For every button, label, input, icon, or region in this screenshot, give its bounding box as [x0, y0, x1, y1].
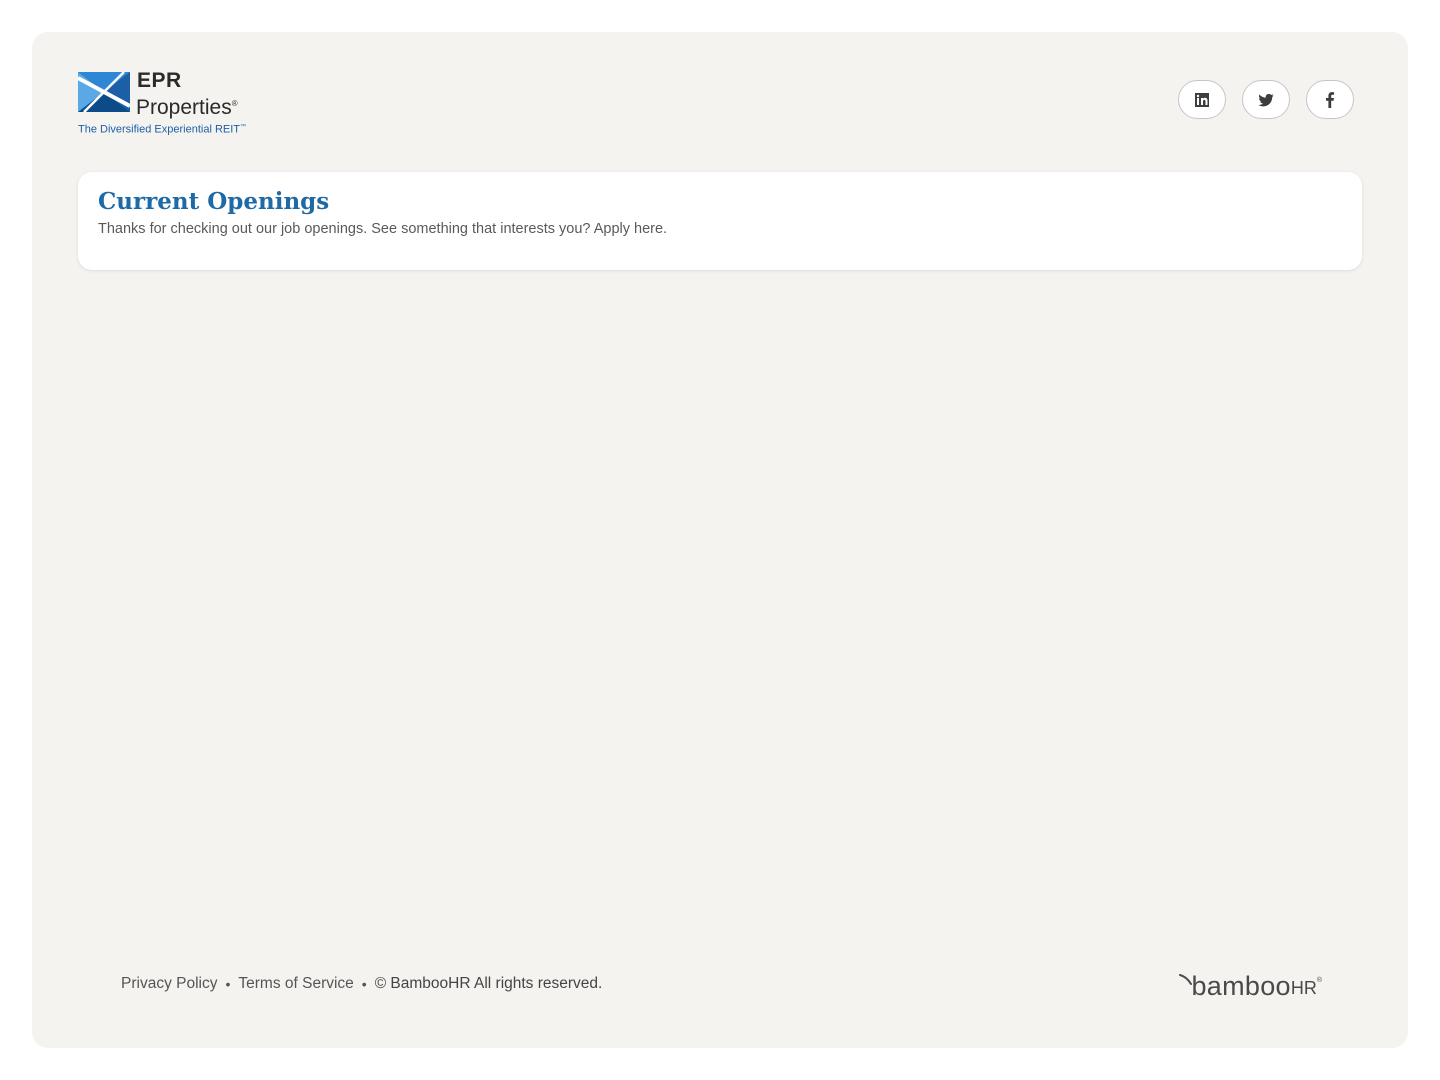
logo-name-text: Properties [136, 96, 232, 119]
terms-of-service-link[interactable]: Terms of Service [238, 974, 353, 994]
footer-links: Privacy Policy • Terms of Service • © Ba… [121, 974, 602, 994]
current-openings-card: Current Openings Thanks for checking out… [78, 172, 1362, 270]
privacy-policy-link[interactable]: Privacy Policy [121, 974, 217, 994]
copyright-text: © BambooHR All rights reserved. [374, 975, 603, 992]
registered-mark: ® [231, 99, 238, 108]
logo-tagline: The Diversified Experiential REIT™ [78, 120, 246, 137]
social-links [1178, 80, 1354, 119]
footer-separator: • [361, 976, 367, 992]
footer-separator: • [225, 976, 231, 992]
bamboohr-logo-suffix: HR [1290, 978, 1317, 998]
logo-name-line1: EPR [137, 69, 182, 92]
trademark-mark: ™ [240, 124, 247, 130]
tagline-text: The Diversified Experiential REIT [78, 123, 241, 136]
twitter-button[interactable] [1242, 80, 1290, 119]
bamboohr-logo-word: bamboo [1191, 971, 1291, 1001]
header: EPR Properties® The Diversified Experien… [78, 69, 1354, 137]
facebook-button[interactable] [1306, 80, 1354, 119]
company-logo[interactable]: EPR Properties® The Diversified Experien… [78, 69, 298, 137]
logo-name-line2: Properties® [136, 92, 238, 120]
epr-logo-icon [78, 72, 130, 112]
linkedin-icon [1195, 92, 1209, 107]
page-subtitle: Thanks for checking out our job openings… [98, 221, 668, 237]
twitter-icon [1258, 93, 1274, 106]
page-frame: EPR Properties® The Diversified Experien… [32, 32, 1408, 1048]
bamboohr-registered-mark: ® [1316, 977, 1322, 984]
footer: Privacy Policy • Terms of Service • © Ba… [121, 972, 1322, 1012]
facebook-icon [1326, 91, 1335, 108]
page-title: Current Openings [98, 188, 330, 215]
linkedin-button[interactable] [1178, 80, 1226, 119]
bamboohr-logo[interactable]: bamboo HR ® [1179, 972, 1322, 1000]
